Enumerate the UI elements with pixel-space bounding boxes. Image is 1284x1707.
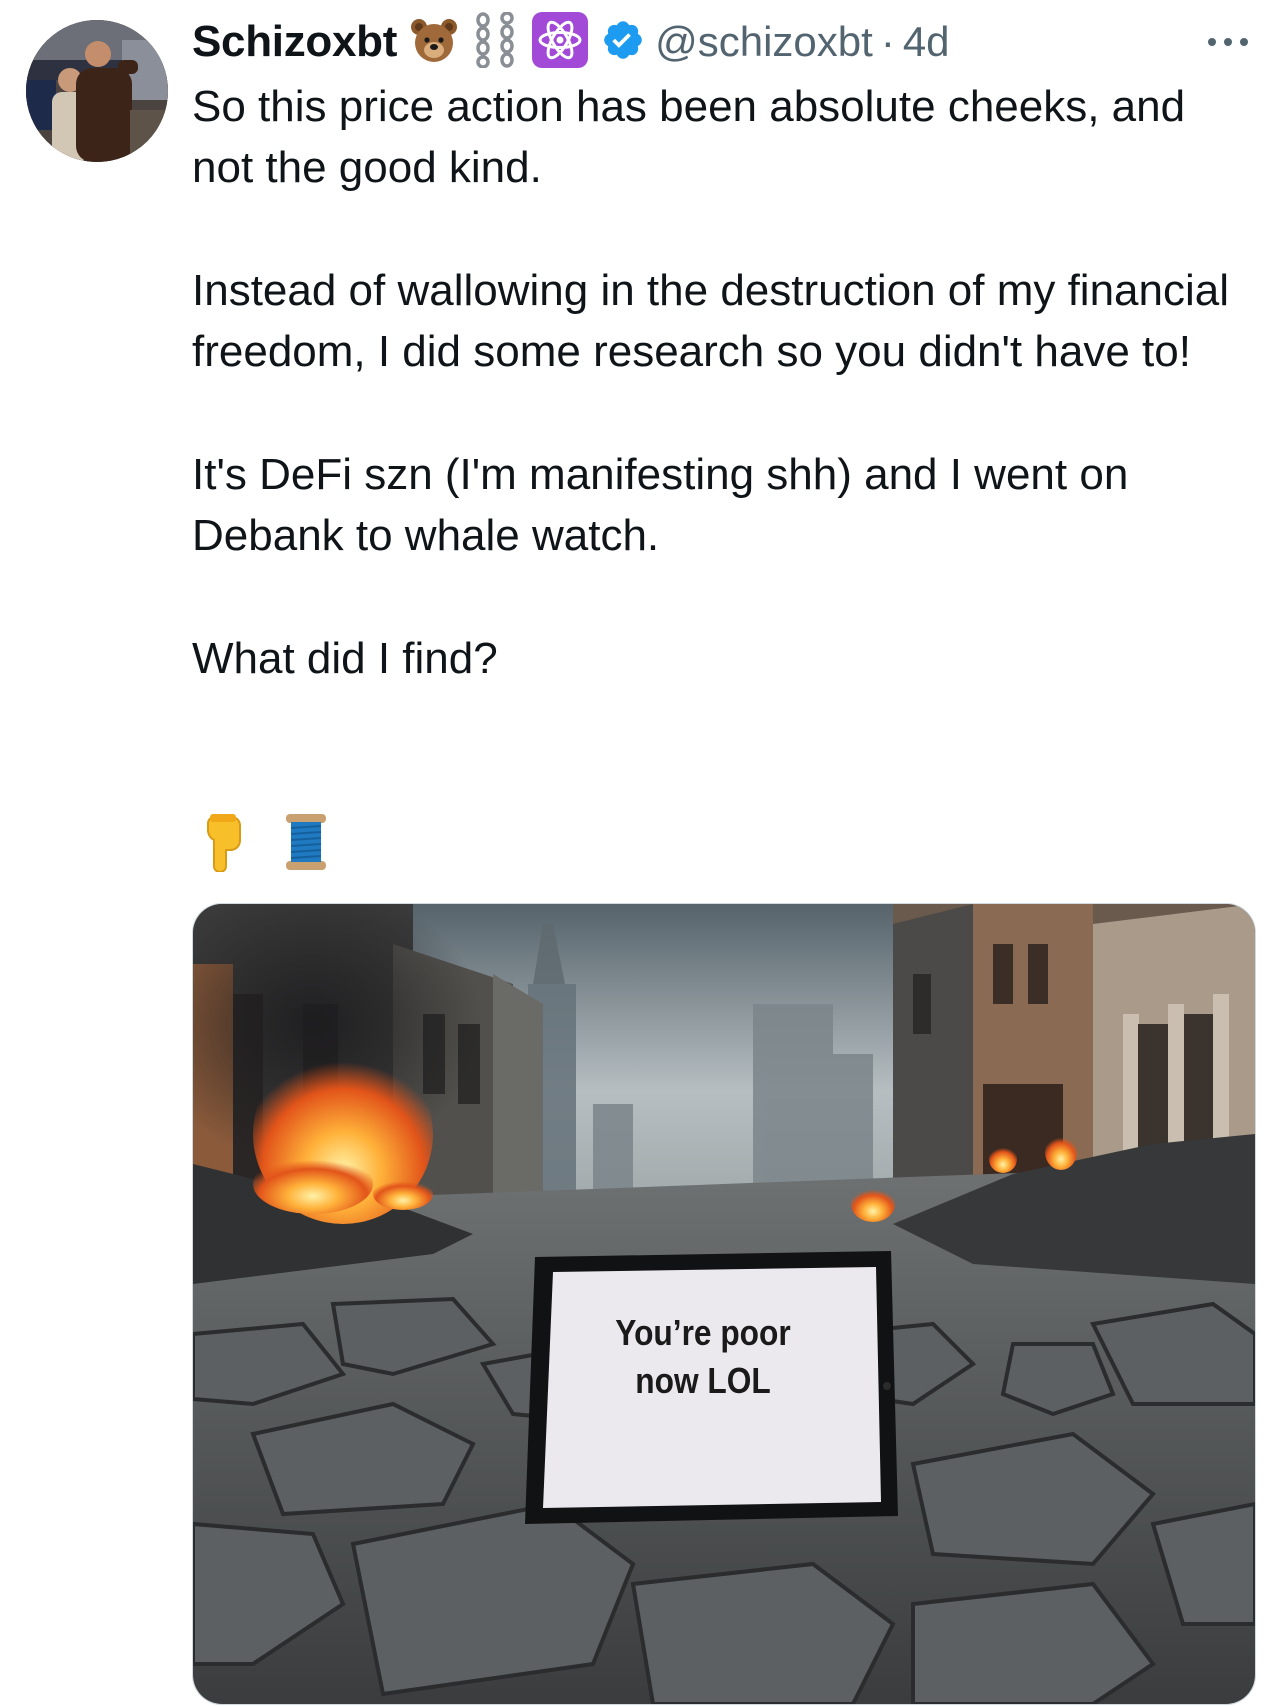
trailing-emoji-row [204, 812, 330, 876]
ruined-city-illustration [193, 904, 1255, 1704]
atom-symbol-icon [531, 11, 589, 74]
tablet-text-line: You’re poor [615, 1312, 791, 1353]
separator-dot: · [880, 18, 895, 65]
tweet-media-image[interactable]: You’re poor now LOL [192, 903, 1256, 1705]
tablet-screen-text: You’re poor now LOL [580, 1309, 826, 1405]
tablet-text-line: now LOL [635, 1360, 771, 1401]
verified-badge-icon[interactable] [601, 18, 645, 67]
display-name[interactable]: Schizoxbt [192, 17, 397, 67]
tweet-paragraph: What did I find? [192, 634, 498, 683]
avatar[interactable] [26, 20, 168, 162]
tweet-paragraph: So this price action has been absolute c… [192, 82, 1186, 192]
ellipsis-icon [1208, 38, 1248, 46]
bear-face-icon [409, 15, 459, 70]
spool-of-thread-icon [282, 812, 330, 877]
tweet-timestamp[interactable]: 4d [903, 18, 950, 66]
avatar-photo [26, 20, 168, 162]
more-options-button[interactable] [1200, 22, 1256, 62]
tweet-text: So this price action has been absolute c… [192, 76, 1252, 689]
pointing-down-icon [204, 812, 248, 877]
tweet-paragraph: Instead of wallowing in the destruction … [192, 266, 1230, 376]
tweet-paragraph: It's DeFi szn (I'm manifesting shh) and … [192, 450, 1129, 560]
user-handle[interactable]: @schizoxbt [655, 18, 873, 66]
tweet-header: Schizoxbt @schizoxbt · 4d [192, 10, 950, 74]
chains-icon [471, 10, 519, 73]
